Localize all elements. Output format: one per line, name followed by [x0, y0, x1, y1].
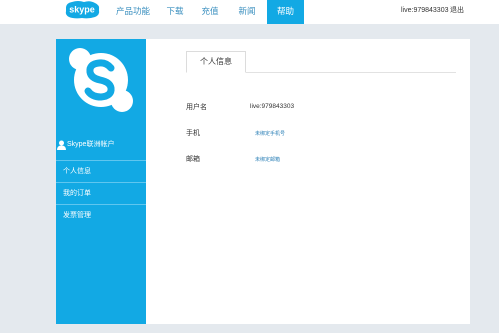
- skype-s-logo: [69, 48, 133, 112]
- svg-text:skype: skype: [69, 5, 95, 15]
- user-id-link[interactable]: live:979843303: [401, 0, 449, 24]
- nav-item-news[interactable]: 新闻: [234, 0, 260, 24]
- nav-item-features[interactable]: 产品功能: [114, 0, 152, 24]
- username-label: 用户名: [186, 104, 207, 111]
- top-navbar: skype 产品功能 下载 充值 新闻 帮助 live:979843303 退出: [0, 0, 499, 24]
- email-label: 邮箱: [186, 156, 200, 163]
- account-title-label: Skype联洲帐户: [67, 141, 115, 148]
- username-value: live:979843303: [250, 103, 295, 110]
- sidebar-item-profile[interactable]: 个人信息: [56, 161, 146, 182]
- skype-logo[interactable]: skype: [62, 0, 102, 20]
- user-icon: [57, 140, 66, 150]
- nav-item-download[interactable]: 下载: [162, 0, 188, 24]
- bind-phone-link[interactable]: 未绑定手机号: [255, 130, 285, 137]
- account-title: Skype联洲帐户: [56, 138, 146, 152]
- bind-email-link[interactable]: 未绑定邮箱: [255, 156, 280, 163]
- sidebar-item-orders[interactable]: 我的订单: [56, 183, 146, 204]
- tab-profile[interactable]: 个人信息: [186, 51, 246, 73]
- phone-label: 手机: [186, 130, 200, 137]
- sidebar: Skype联洲帐户 个人信息 我的订单 发票管理: [56, 39, 146, 324]
- nav-item-help[interactable]: 帮助: [267, 0, 304, 24]
- sidebar-item-invoices[interactable]: 发票管理: [56, 205, 146, 226]
- nav-item-recharge[interactable]: 充值: [197, 0, 223, 24]
- logout-link[interactable]: 退出: [450, 0, 464, 24]
